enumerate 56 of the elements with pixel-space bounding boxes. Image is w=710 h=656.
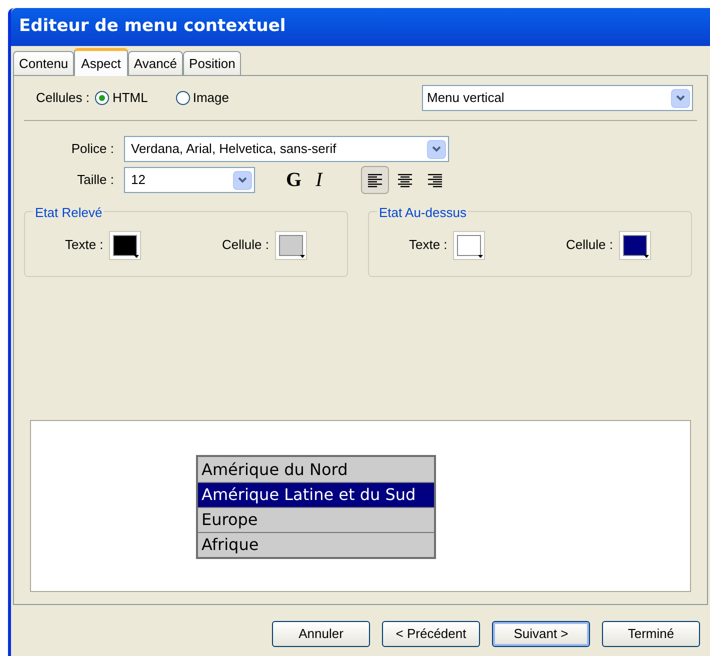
dialog-button[interactable]: < Précédent xyxy=(382,621,480,647)
swatch-label: Cellule : xyxy=(566,236,613,254)
tab[interactable]: Aspect xyxy=(74,48,128,76)
swatch-label: Cellule : xyxy=(222,236,269,254)
tab[interactable]: Position xyxy=(183,51,242,75)
dialog-button[interactable]: Annuler xyxy=(272,621,370,647)
chevron-down-icon xyxy=(676,95,685,101)
menu-type-dropdown[interactable]: Menu vertical xyxy=(422,85,693,111)
dropdown-value: Menu vertical xyxy=(427,89,504,108)
caret-icon xyxy=(644,254,649,258)
menu-item[interactable]: Amérique du Nord xyxy=(198,457,434,482)
size-label: Taille : xyxy=(76,171,115,190)
menu-item-label: Europe xyxy=(202,509,258,531)
radio-button[interactable] xyxy=(176,91,190,105)
menu-item[interactable]: Europe xyxy=(198,507,434,532)
menu-item[interactable]: Afrique xyxy=(198,532,434,557)
dialog-button[interactable]: Suivant > xyxy=(492,621,590,647)
font-label: Police : xyxy=(70,140,115,158)
cells-label: Cellules : xyxy=(36,89,90,108)
color-picker-button[interactable] xyxy=(109,230,142,260)
radio-label: Image xyxy=(192,89,229,108)
align-left-icon xyxy=(367,172,384,188)
radio-button[interactable] xyxy=(95,91,110,105)
chevron-down-icon xyxy=(432,146,441,152)
align-right-icon xyxy=(427,172,444,188)
chevron-down-icon xyxy=(238,177,247,183)
menu-item-label: Afrique xyxy=(202,534,259,556)
dropdown-value: Verdana, Arial, Helvetica, sans-serif xyxy=(131,140,336,158)
align-button[interactable] xyxy=(361,166,390,194)
tab[interactable]: Avancé xyxy=(128,51,184,75)
dropdown-button[interactable] xyxy=(427,140,446,158)
swatch-label: Texte : xyxy=(409,236,448,254)
menu-item-label: Amérique Latine et du Sud xyxy=(202,484,416,506)
menu-item-label: Amérique du Nord xyxy=(202,458,348,480)
color-picker-button[interactable] xyxy=(453,230,486,260)
radio-option[interactable]: Image xyxy=(176,88,229,108)
bold-button[interactable]: G xyxy=(283,165,305,195)
align-center-icon xyxy=(397,172,414,188)
radio-label: HTML xyxy=(112,89,148,108)
color-picker-button[interactable] xyxy=(275,230,307,260)
color-picker-button[interactable] xyxy=(619,230,651,260)
caret-icon xyxy=(478,254,484,258)
font-dropdown[interactable]: Verdana, Arial, Helvetica, sans-serif xyxy=(124,136,449,162)
dropdown-value: 12 xyxy=(131,171,146,190)
size-dropdown[interactable]: 12 xyxy=(124,167,255,193)
caret-icon xyxy=(134,254,140,258)
window-title: Editeur de menu contextuel xyxy=(19,15,286,38)
radio-option[interactable]: HTML xyxy=(95,88,148,108)
dropdown-button[interactable] xyxy=(233,170,252,190)
caret-icon xyxy=(300,254,305,258)
dialog-button[interactable]: Terminé xyxy=(602,621,700,647)
swatch-label: Texte : xyxy=(65,236,104,254)
tab[interactable]: Contenu xyxy=(13,51,74,75)
menu-item[interactable]: Amérique Latine et du Sud xyxy=(198,482,434,507)
dropdown-button[interactable] xyxy=(671,88,690,108)
italic-button[interactable]: I xyxy=(312,165,326,195)
